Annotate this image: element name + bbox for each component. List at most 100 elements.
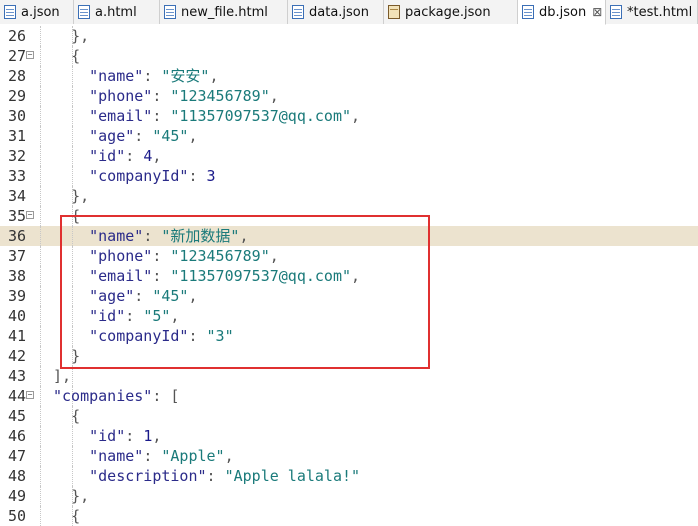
code-text: "phone": "123456789",	[89, 87, 279, 105]
indent-guide	[40, 326, 41, 346]
code-text: "name": "新加数据",	[89, 227, 249, 245]
indent-guide	[40, 146, 41, 166]
file-icon	[292, 5, 304, 19]
code-text: "companies": [	[53, 387, 180, 405]
fold-toggle-icon[interactable]: −	[26, 211, 34, 219]
fold-toggle-icon[interactable]: −	[26, 391, 34, 399]
tab-db-json[interactable]: db.json ⊠	[518, 0, 606, 25]
code-line[interactable]: 49 },	[0, 486, 698, 506]
code-text: }	[71, 347, 81, 365]
code-text: "description": "Apple lalala!"	[89, 467, 361, 485]
indent-guide	[40, 206, 41, 226]
code-text: ],	[53, 367, 72, 385]
code-text: {	[71, 407, 81, 425]
code-text: "age": "45",	[89, 287, 198, 305]
code-line[interactable]: 32 "id": 4,	[0, 146, 698, 166]
code-line[interactable]: 42 }	[0, 346, 698, 366]
code-line[interactable]: 26 },	[0, 26, 698, 46]
line-number: 33	[7, 167, 26, 185]
code-line[interactable]: 38 "email": "11357097537@qq.com",	[0, 266, 698, 286]
code-line[interactable]: 48 "description": "Apple lalala!"	[0, 466, 698, 486]
code-text: "name": "Apple",	[89, 447, 234, 465]
code-line[interactable]: 43],	[0, 366, 698, 386]
line-number: 36	[7, 227, 26, 245]
code-text: {	[71, 507, 81, 525]
line-number: 49	[7, 487, 26, 505]
file-icon	[4, 5, 16, 19]
code-line[interactable]: 37 "phone": "123456789",	[0, 246, 698, 266]
line-number: 42	[7, 347, 26, 365]
tab-label: *test.html	[627, 4, 693, 20]
tab-data-json[interactable]: data.json	[288, 0, 384, 24]
line-number: 27	[7, 47, 26, 65]
tab-new-file-html[interactable]: new_file.html	[160, 0, 288, 24]
code-line[interactable]: 28 "name": "安安",	[0, 66, 698, 86]
indent-guide	[40, 486, 41, 506]
code-line[interactable]: 40 "id": "5",	[0, 306, 698, 326]
code-text: "age": "45",	[89, 127, 198, 145]
code-line[interactable]: 34 },	[0, 186, 698, 206]
tab-test-html[interactable]: *test.html	[606, 0, 698, 24]
line-number: 46	[7, 427, 26, 445]
code-line[interactable]: 41 "companyId": "3"	[0, 326, 698, 346]
line-number: 31	[7, 127, 26, 145]
code-line[interactable]: 30 "email": "11357097537@qq.com",	[0, 106, 698, 126]
line-number: 37	[7, 247, 26, 265]
code-text: "companyId": 3	[89, 167, 216, 185]
code-text: "phone": "123456789",	[89, 247, 279, 265]
code-line[interactable]: 45 {	[0, 406, 698, 426]
tab-a-html[interactable]: a.html	[74, 0, 160, 24]
code-editor[interactable]: 26 }, 27− {28 "name": "安安", 29 "phone": "1…	[0, 26, 698, 526]
line-number: 44	[7, 387, 26, 405]
indent-guide	[40, 506, 41, 526]
close-icon[interactable]: ⊠	[592, 5, 602, 19]
code-line[interactable]: 31 "age": "45",	[0, 126, 698, 146]
indent-guide	[40, 266, 41, 286]
indent-guide	[40, 306, 41, 326]
package-file-icon	[388, 5, 400, 19]
code-line[interactable]: 50 {	[0, 506, 698, 526]
code-line[interactable]: 27− {	[0, 46, 698, 66]
line-number: 40	[7, 307, 26, 325]
tab-label: package.json	[405, 4, 491, 20]
code-line[interactable]: 39 "age": "45",	[0, 286, 698, 306]
code-line[interactable]: 47 "name": "Apple",	[0, 446, 698, 466]
editor-tab-bar: a.json a.html new_file.html data.json packag…	[0, 0, 698, 25]
line-number: 29	[7, 87, 26, 105]
code-line[interactable]: 35− {	[0, 206, 698, 226]
line-number: 32	[7, 147, 26, 165]
tab-a-json[interactable]: a.json	[0, 0, 74, 24]
code-line[interactable]: 36 "name": "新加数据",	[0, 226, 698, 246]
indent-guide	[40, 366, 41, 386]
code-text: "companyId": "3"	[89, 327, 234, 345]
indent-guide	[40, 446, 41, 466]
fold-toggle-icon[interactable]: −	[26, 51, 34, 59]
indent-guide	[40, 406, 41, 426]
file-icon	[610, 5, 622, 19]
indent-guide	[40, 126, 41, 146]
indent-guide	[40, 86, 41, 106]
line-number: 26	[7, 27, 26, 45]
tab-label: a.json	[21, 4, 60, 20]
code-line[interactable]: 33 "companyId": 3	[0, 166, 698, 186]
code-text: "name": "安安",	[89, 67, 219, 85]
tab-package-json[interactable]: package.json	[384, 0, 518, 24]
line-number: 41	[7, 327, 26, 345]
code-line[interactable]: 29 "phone": "123456789",	[0, 86, 698, 106]
tab-label: data.json	[309, 4, 369, 20]
indent-guide	[40, 26, 41, 46]
indent-guide	[72, 366, 73, 386]
indent-guide	[40, 286, 41, 306]
indent-guide	[40, 246, 41, 266]
tab-label: db.json	[539, 4, 587, 20]
code-text: {	[71, 207, 81, 225]
code-text: },	[71, 187, 90, 205]
line-number: 47	[7, 447, 26, 465]
file-icon	[164, 5, 176, 19]
line-number: 45	[7, 407, 26, 425]
indent-guide	[40, 166, 41, 186]
code-line[interactable]: 44− "companies": [	[0, 386, 698, 406]
code-line[interactable]: 46 "id": 1,	[0, 426, 698, 446]
line-number: 50	[7, 507, 26, 525]
indent-guide	[40, 386, 41, 406]
